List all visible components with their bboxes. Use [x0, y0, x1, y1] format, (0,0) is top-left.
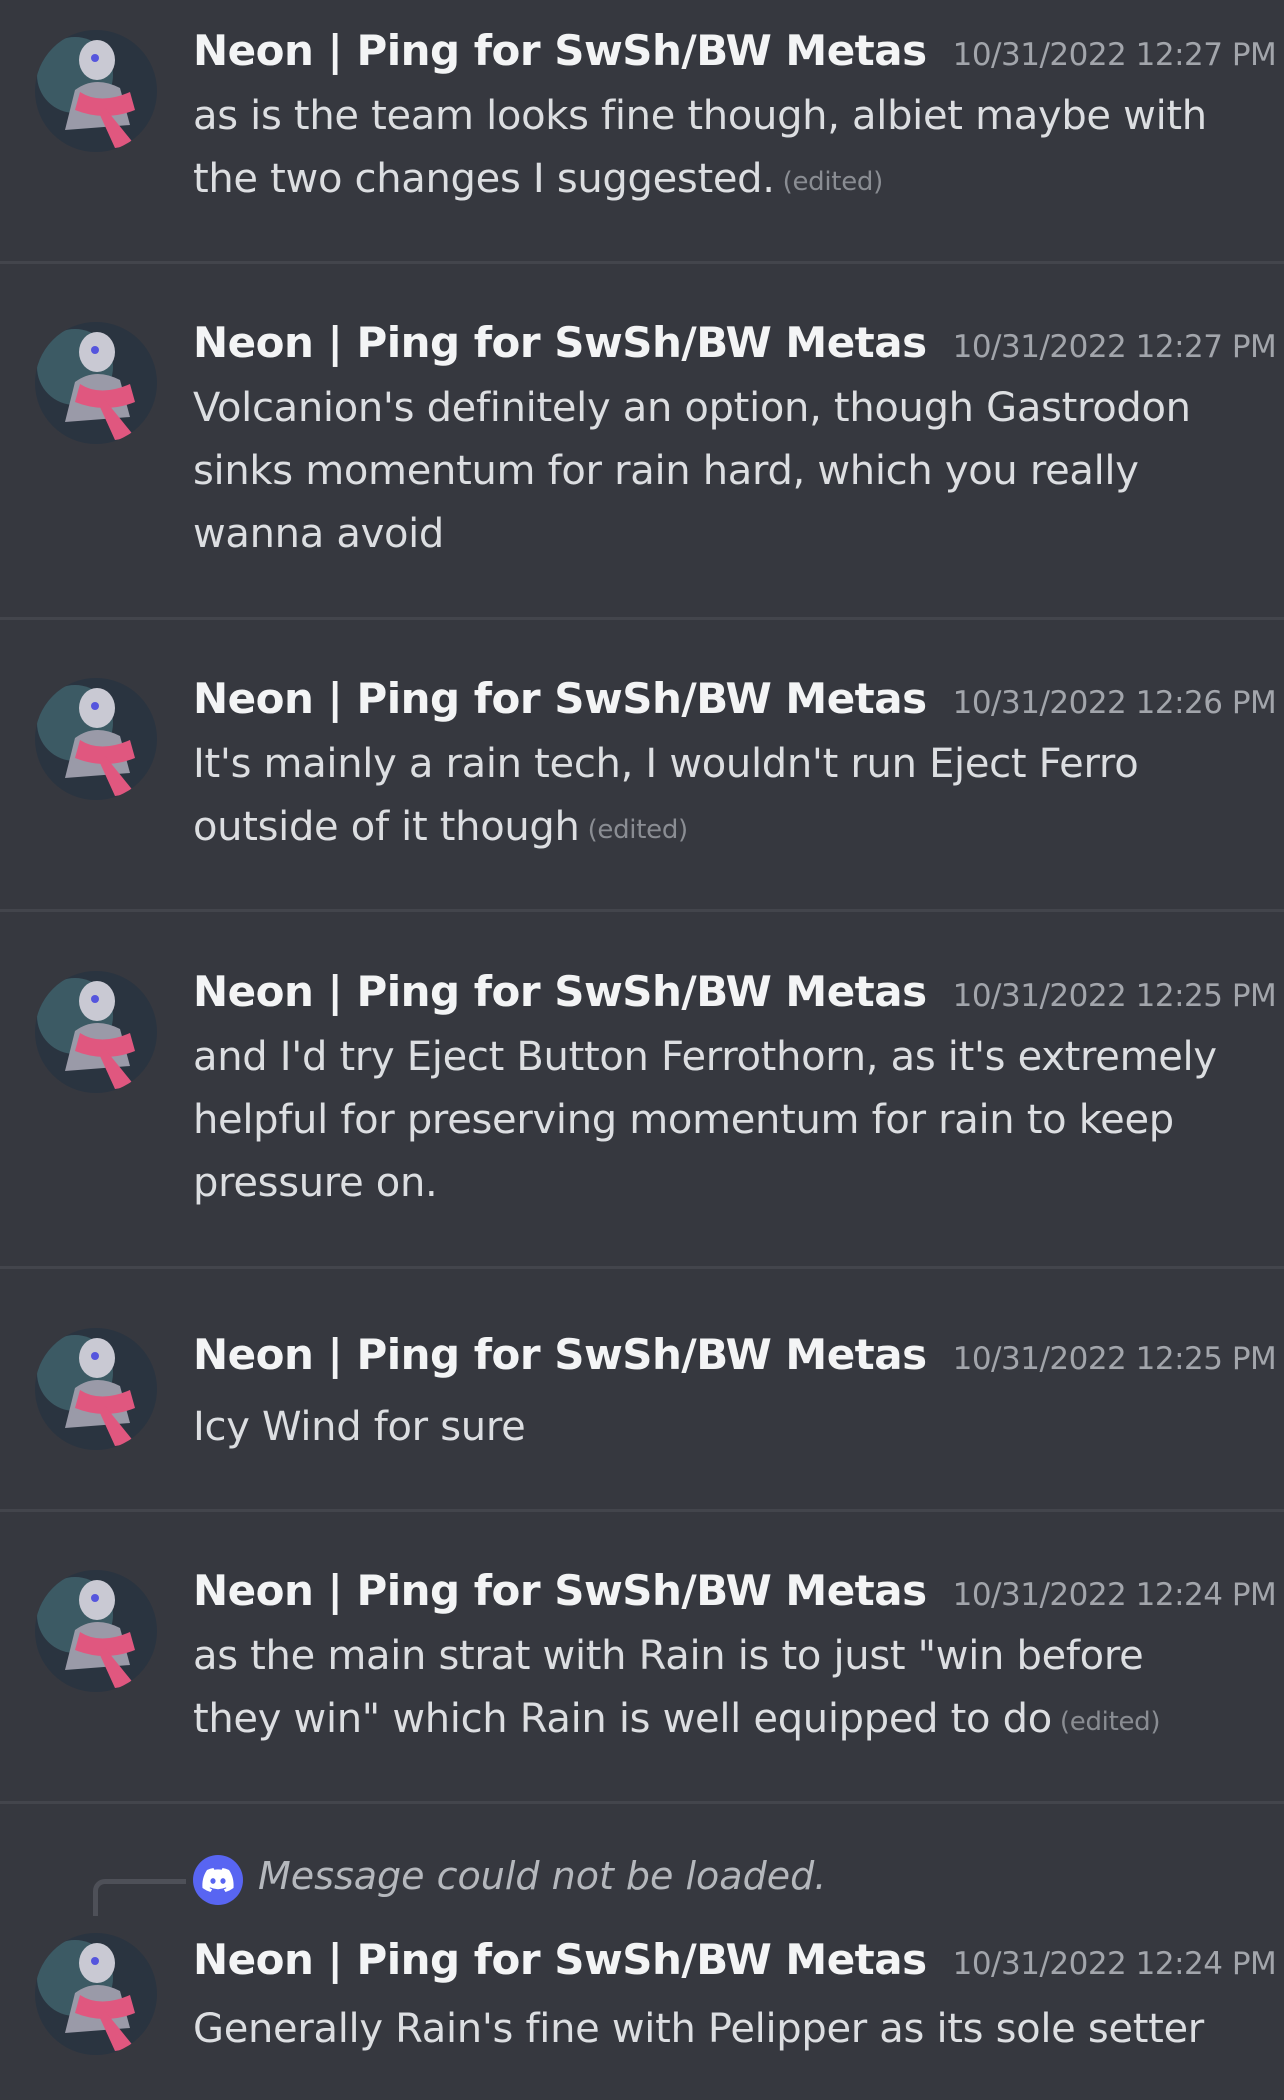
message-content: as the main strat with Rain is to just "…	[193, 1625, 1253, 1754]
message-content: Generally Rain's fine with Pelipper as i…	[193, 1998, 1253, 2061]
message-line: Volcanion's definitely an option, though…	[193, 385, 1191, 431]
message-line: they win" which Rain is well equipped to…	[193, 1696, 1052, 1742]
message-divider	[0, 617, 1284, 620]
message-divider	[0, 261, 1284, 264]
author-name[interactable]: Neon | Ping for SwSh/BW Metas	[193, 26, 927, 75]
message-line: outside of it though	[193, 804, 580, 850]
message-timestamp: 10/31/2022 12:25 PM	[952, 1341, 1277, 1377]
user-avatar[interactable]	[35, 1933, 157, 2055]
message-timestamp: 10/31/2022 12:27 PM	[952, 329, 1277, 365]
message-divider	[0, 1509, 1284, 1512]
message-divider	[0, 1266, 1284, 1269]
author-name[interactable]: Neon | Ping for SwSh/BW Metas	[193, 1935, 927, 1984]
message-line: Generally Rain's fine with Pelipper as i…	[193, 2006, 1204, 2052]
message-divider	[0, 1801, 1284, 1804]
reply-preview-text[interactable]: Message could not be loaded.	[258, 1854, 826, 1898]
message-line: wanna avoid	[193, 511, 445, 557]
message-content: and I'd try Eject Button Ferrothorn, as …	[193, 1026, 1253, 1215]
message-timestamp: 10/31/2022 12:24 PM	[952, 1946, 1277, 1982]
author-name[interactable]: Neon | Ping for SwSh/BW Metas	[193, 1566, 927, 1615]
user-avatar[interactable]	[35, 1570, 157, 1692]
message-timestamp: 10/31/2022 12:25 PM	[952, 978, 1277, 1014]
message-line: as the main strat with Rain is to just "…	[193, 1633, 1144, 1679]
reply-connector	[93, 1879, 186, 1916]
message-content: as is the team looks fine though, albiet…	[193, 85, 1253, 214]
edited-label: (edited)	[1059, 1707, 1161, 1737]
edited-label: (edited)	[587, 815, 689, 845]
message-line: pressure on.	[193, 1160, 438, 1206]
edited-label: (edited)	[782, 167, 884, 197]
user-avatar[interactable]	[35, 322, 157, 444]
message-line: and I'd try Eject Button Ferrothorn, as …	[193, 1034, 1217, 1080]
discord-logo-icon	[193, 1855, 243, 1905]
message-divider	[0, 909, 1284, 912]
message-feed[interactable]: Neon | Ping for SwSh/BW Metas 10/31/2022…	[0, 0, 1284, 2100]
message-line: Icy Wind for sure	[193, 1404, 526, 1450]
message-timestamp: 10/31/2022 12:27 PM	[952, 37, 1277, 73]
message-line: helpful for preserving momentum for rain…	[193, 1097, 1174, 1143]
message-line: as is the team looks fine though, albiet…	[193, 93, 1207, 139]
message-content: It's mainly a rain tech, I wouldn't run …	[193, 733, 1253, 862]
author-name[interactable]: Neon | Ping for SwSh/BW Metas	[193, 674, 927, 723]
user-avatar[interactable]	[35, 678, 157, 800]
message-timestamp: 10/31/2022 12:26 PM	[952, 685, 1277, 721]
author-name[interactable]: Neon | Ping for SwSh/BW Metas	[193, 318, 927, 367]
user-avatar[interactable]	[35, 971, 157, 1093]
message-content: Icy Wind for sure	[193, 1396, 1253, 1459]
message-line: the two changes I suggested.	[193, 156, 775, 202]
message-line: It's mainly a rain tech, I wouldn't run …	[193, 741, 1139, 787]
message-line: sinks momentum for rain hard, which you …	[193, 448, 1139, 494]
author-name[interactable]: Neon | Ping for SwSh/BW Metas	[193, 967, 927, 1016]
message-timestamp: 10/31/2022 12:24 PM	[952, 1577, 1277, 1613]
user-avatar[interactable]	[35, 30, 157, 152]
user-avatar[interactable]	[35, 1328, 157, 1450]
message-content: Volcanion's definitely an option, though…	[193, 377, 1253, 566]
author-name[interactable]: Neon | Ping for SwSh/BW Metas	[193, 1330, 927, 1379]
